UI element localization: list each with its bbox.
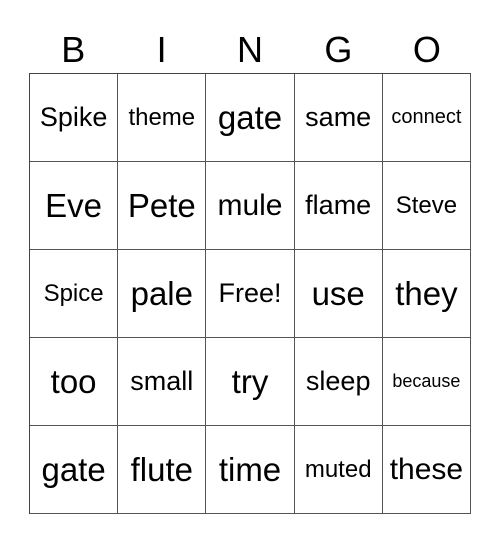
bingo-card: Spike theme gate same connect Eve Pete m… bbox=[29, 73, 471, 514]
cell-word: gate bbox=[217, 98, 283, 136]
cell-word: sleep bbox=[305, 366, 371, 396]
bingo-cell: sleep bbox=[294, 338, 383, 426]
bingo-cell: too bbox=[30, 338, 119, 426]
bingo-cell: these bbox=[382, 426, 471, 514]
bingo-cell: time bbox=[206, 426, 295, 514]
bingo-cell: Spike bbox=[30, 74, 119, 162]
cell-word: Free! bbox=[218, 278, 282, 308]
bingo-cell: small bbox=[118, 338, 207, 426]
header-letter-g: G bbox=[324, 29, 353, 70]
cell-word: same bbox=[305, 102, 372, 132]
cell-word: connect bbox=[391, 106, 462, 128]
cell-word: try bbox=[231, 362, 269, 400]
bingo-cell: Spice bbox=[30, 250, 119, 338]
bingo-cell: theme bbox=[118, 74, 207, 162]
cell-word: Pete bbox=[127, 186, 196, 224]
cell-word: too bbox=[50, 362, 97, 400]
bingo-cell: they bbox=[382, 250, 471, 338]
bingo-cell: because bbox=[382, 338, 471, 426]
cell-word: small bbox=[130, 366, 194, 396]
header-letter-b: B bbox=[61, 29, 86, 70]
cell-word: Steve bbox=[395, 191, 458, 219]
cell-word: pale bbox=[130, 274, 193, 312]
bingo-cell: Eve bbox=[30, 162, 119, 250]
bingo-cell: connect bbox=[382, 74, 471, 162]
bingo-header: B I N G O bbox=[29, 28, 471, 72]
header-letter-n: N bbox=[237, 29, 264, 70]
bingo-cell: flute bbox=[118, 426, 207, 514]
bingo-cell: same bbox=[294, 74, 383, 162]
cell-word: Eve bbox=[45, 186, 103, 224]
bingo-cell: Pete bbox=[118, 162, 207, 250]
cell-word: because bbox=[392, 371, 461, 391]
cell-word: these bbox=[389, 452, 464, 486]
cell-word: they bbox=[395, 274, 458, 312]
bingo-cell: Steve bbox=[382, 162, 471, 250]
cell-word: use bbox=[311, 274, 365, 312]
cell-word: gate bbox=[41, 450, 106, 488]
cell-word: time bbox=[218, 450, 282, 488]
free-space: Free! bbox=[206, 250, 295, 338]
bingo-cell: use bbox=[294, 250, 383, 338]
bingo-cell: pale bbox=[118, 250, 207, 338]
bingo-cell: mule bbox=[206, 162, 295, 250]
header-letter-i: I bbox=[156, 29, 167, 70]
cell-word: flame bbox=[305, 190, 372, 220]
bingo-cell: muted bbox=[294, 426, 383, 514]
cell-word: Spike bbox=[39, 102, 108, 132]
bingo-cell: gate bbox=[30, 426, 119, 514]
bingo-cell: gate bbox=[206, 74, 295, 162]
cell-word: flute bbox=[130, 450, 193, 488]
cell-word: muted bbox=[304, 455, 372, 483]
cell-word: mule bbox=[217, 188, 283, 222]
cell-word: theme bbox=[128, 103, 196, 131]
header-letter-o: O bbox=[412, 29, 441, 70]
bingo-cell: try bbox=[206, 338, 295, 426]
bingo-cell: flame bbox=[294, 162, 383, 250]
cell-word: Spice bbox=[43, 279, 104, 307]
